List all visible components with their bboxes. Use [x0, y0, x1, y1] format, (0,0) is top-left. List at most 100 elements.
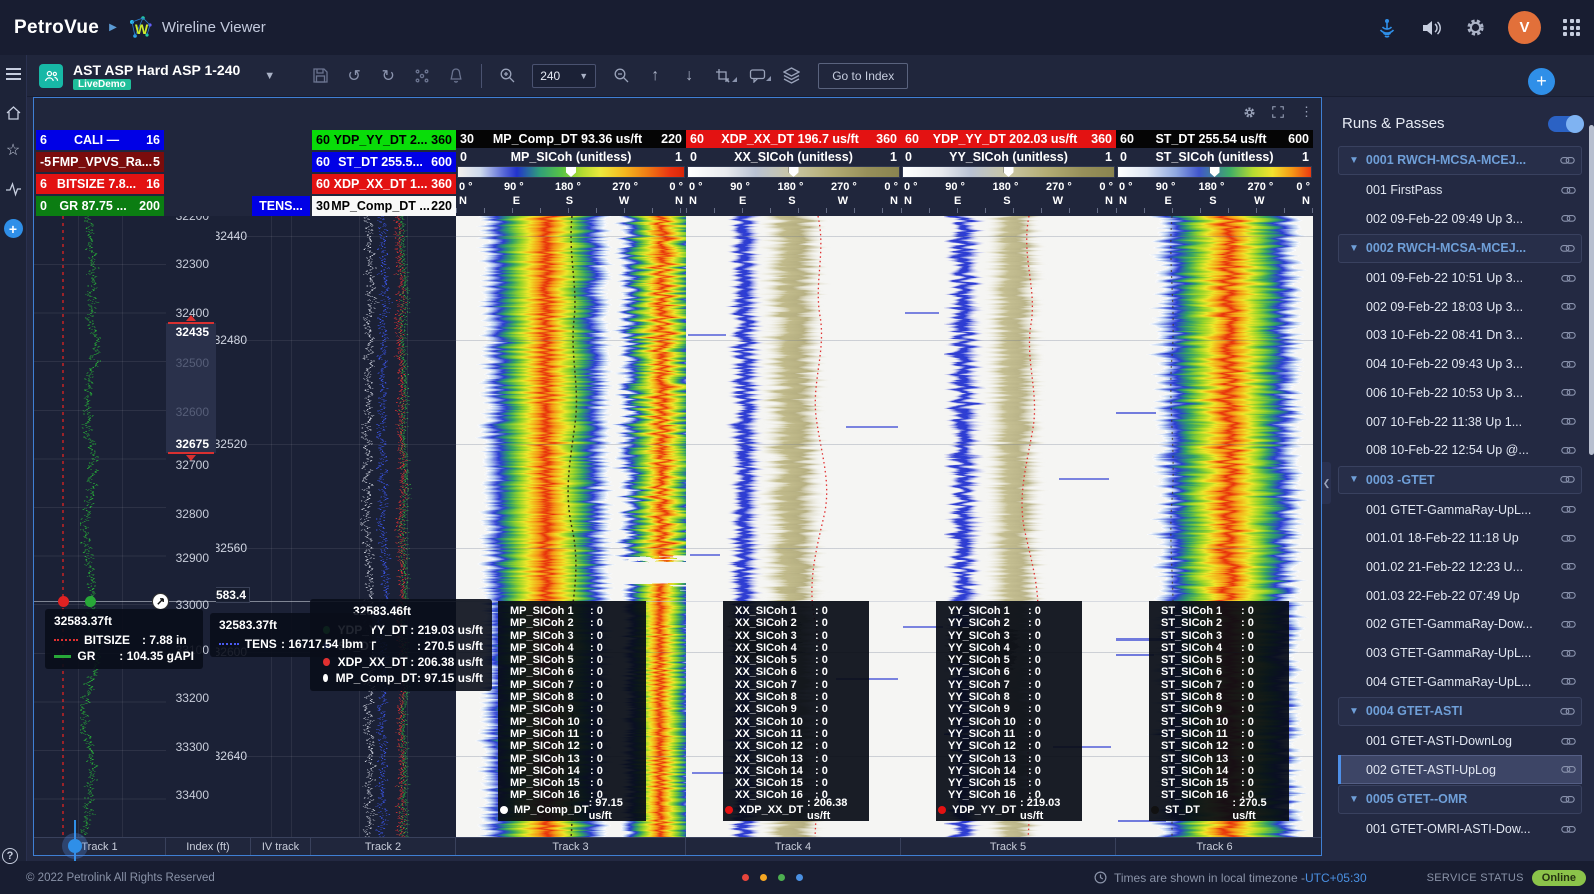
link-icon[interactable]	[1561, 561, 1576, 572]
go-to-index-button[interactable]: Go to Index	[818, 63, 908, 89]
settings-gear-icon[interactable]	[1465, 17, 1486, 38]
autofit-icon[interactable]	[405, 68, 439, 84]
run-pass-item[interactable]: ▼ 001.03 22-Feb-22 07:49 Up	[1338, 581, 1582, 610]
help-icon[interactable]: ?	[2, 848, 18, 864]
index-overview-column[interactable]: 3220032300324003243532500326003267532700…	[166, 216, 216, 838]
run-pass-item[interactable]: ▼ 001 GTET-ASTI-DownLog	[1338, 727, 1582, 756]
link-icon[interactable]	[1560, 706, 1575, 717]
link-icon[interactable]	[1561, 213, 1576, 224]
panel-fullscreen-icon[interactable]	[1272, 106, 1284, 118]
depth-scale-select[interactable]: 240 ▼	[532, 64, 596, 88]
depth-scroll-handle[interactable]	[74, 820, 76, 861]
zoom-in-icon[interactable]	[490, 67, 524, 84]
run-pass-item[interactable]: ▼ 001 FirstPass	[1338, 176, 1582, 205]
track2-plot[interactable]	[311, 216, 456, 838]
chevron-down-icon[interactable]: ▼	[1349, 243, 1359, 254]
colorbar[interactable]	[687, 166, 900, 178]
link-icon[interactable]	[1561, 619, 1576, 630]
run-pass-item[interactable]: ▼ 002 09-Feb-22 18:03 Up 3...	[1338, 292, 1582, 321]
run-pass-item[interactable]: ▼ 0004 GTET-ASTI	[1338, 697, 1582, 726]
run-pass-item[interactable]: ▼ 007 10-Feb-22 11:38 Up 1...	[1338, 407, 1582, 436]
run-pass-item[interactable]: ▼ 004 10-Feb-22 09:43 Up 3...	[1338, 350, 1582, 379]
run-pass-item[interactable]: ▼ 001 GTET-GammaRay-UpL...	[1338, 495, 1582, 524]
activity-pulse-icon[interactable]	[5, 181, 22, 197]
run-pass-item[interactable]: ▼ 001.02 21-Feb-22 12:23 U...	[1338, 553, 1582, 582]
link-icon[interactable]	[1561, 445, 1576, 456]
live-signal-icon[interactable]	[1375, 16, 1399, 40]
dt-scale-bar[interactable]: 30 MP_Comp_DT 93.36 us/ft 220	[456, 130, 686, 148]
curve-chip[interactable]: 6 BITSIZE 7.8... 16	[36, 174, 164, 194]
coherence-scale-bar[interactable]: 0 XX_SICoh (unitless) 1	[686, 148, 901, 165]
menu-hamburger-icon[interactable]	[6, 65, 21, 83]
colorbar-marker[interactable]	[1210, 167, 1220, 177]
track1-plot[interactable]	[34, 216, 166, 838]
comment-tool-icon[interactable]	[740, 68, 774, 83]
run-pass-item[interactable]: ▼ 001 09-Feb-22 10:51 Up 3...	[1338, 264, 1582, 293]
curve-chip[interactable]: 30 MP_Comp_DT ... 220	[312, 196, 456, 216]
run-pass-item[interactable]: ▼ 003 10-Feb-22 08:41 Dn 3...	[1338, 321, 1582, 350]
run-pass-item[interactable]: ▼ 002 09-Feb-22 09:49 Up 3...	[1338, 204, 1582, 233]
link-icon[interactable]	[1561, 301, 1576, 312]
run-pass-item[interactable]: ▼ 002 GTET-ASTI-UpLog	[1338, 755, 1582, 784]
home-icon[interactable]	[5, 105, 22, 121]
track3-waterfall[interactable]: MP_SICoh 1: 0MP_SICoh 2: 0MP_SICoh 3: 0M…	[456, 216, 686, 838]
document-meta[interactable]: AST ASP Hard ASP 1-240 LiveDemo	[73, 62, 240, 90]
curve-chip[interactable]: 60 XDP_XX_DT 1... 360	[312, 174, 456, 194]
tens-curve-chip[interactable]: TENS...	[252, 196, 310, 216]
sound-icon[interactable]	[1421, 18, 1443, 38]
sidebar-collapse-handle[interactable]: ❮	[1322, 462, 1331, 504]
index-detail-column[interactable]: 324403248032520325603260032640 32583.4	[216, 216, 251, 838]
link-icon[interactable]	[1561, 504, 1576, 515]
sidebar-scrollbar[interactable]	[1589, 125, 1594, 455]
tracks-content-area[interactable]: 3220032300324003243532500326003267532700…	[34, 216, 1313, 838]
run-pass-item[interactable]: ▼ 0002 RWCH-MCSA-MCEJ...	[1338, 234, 1582, 263]
zoom-out-icon[interactable]	[604, 67, 638, 84]
link-icon[interactable]	[1561, 416, 1576, 427]
run-pass-item[interactable]: ▼ 004 GTET-GammaRay-UpL...	[1338, 667, 1582, 696]
run-pass-item[interactable]: ▼ 0005 GTET--OMR	[1338, 785, 1582, 814]
link-icon[interactable]	[1561, 387, 1576, 398]
link-icon[interactable]	[1560, 474, 1575, 485]
iv-track-plot[interactable]	[251, 216, 311, 838]
run-pass-item[interactable]: ▼ 0001 RWCH-MCSA-MCEJ...	[1338, 146, 1582, 175]
scroll-up-icon[interactable]: ↑	[638, 67, 672, 85]
colorbar-marker[interactable]	[566, 167, 576, 177]
curve-chip[interactable]: -5 FMP_VPVS_Ra... 5	[36, 152, 164, 172]
redo-icon[interactable]: ↻	[371, 66, 405, 86]
selection-tool-icon[interactable]	[706, 68, 740, 84]
layers-icon[interactable]	[774, 67, 808, 84]
timezone-value[interactable]: UTC+05:30	[1305, 871, 1367, 885]
curve-chip[interactable]: 60 YDP_YY_DT 2... 360	[312, 130, 456, 150]
undo-icon[interactable]: ↺	[337, 66, 371, 86]
depth-pin-icon[interactable]	[152, 593, 169, 610]
track6-waterfall[interactable]: ST_SICoh 1: 0ST_SICoh 2: 0ST_SICoh 3: 0S…	[1116, 216, 1313, 838]
track5-waterfall[interactable]: YY_SICoh 1: 0YY_SICoh 2: 0YY_SICoh 3: 0Y…	[901, 216, 1116, 838]
curve-chip[interactable]: 6 CALI — 16	[36, 130, 164, 150]
chevron-down-icon[interactable]: ▼	[1349, 474, 1359, 485]
link-icon[interactable]	[1560, 155, 1575, 166]
link-icon[interactable]	[1561, 359, 1576, 370]
link-icon[interactable]	[1561, 185, 1576, 196]
zoom-window-highlight[interactable]	[166, 323, 216, 453]
run-pass-item[interactable]: ▼ 002 GTET-GammaRay-Dow...	[1338, 610, 1582, 639]
run-pass-item[interactable]: ▼ 001 GTET-OMRI-ASTI-Dow...	[1338, 815, 1582, 844]
colorbar-marker[interactable]	[1004, 167, 1014, 177]
chevron-down-icon[interactable]: ▼	[1349, 155, 1359, 166]
coherence-scale-bar[interactable]: 0 MP_SICoh (unitless) 1	[456, 148, 686, 165]
dt-scale-bar[interactable]: 60 YDP_YY_DT 202.03 us/ft 360	[901, 130, 1116, 148]
run-pass-item[interactable]: ▼ 006 10-Feb-22 10:53 Up 3...	[1338, 379, 1582, 408]
run-pass-item[interactable]: ▼ 0003 -GTET	[1338, 466, 1582, 495]
dt-scale-bar[interactable]: 60 XDP_XX_DT 196.7 us/ft 360	[686, 130, 901, 148]
runs-passes-toggle[interactable]	[1548, 116, 1584, 132]
link-icon[interactable]	[1561, 330, 1576, 341]
favorites-star-icon[interactable]: ☆	[6, 143, 20, 159]
panel-settings-gear-icon[interactable]	[1243, 106, 1256, 119]
link-icon[interactable]	[1560, 794, 1575, 805]
curve-chip[interactable]: 60 ST_DT 255.5... 600	[312, 152, 456, 172]
link-icon[interactable]	[1560, 243, 1575, 254]
track4-waterfall[interactable]: XX_SICoh 1: 0XX_SICoh 2: 0XX_SICoh 3: 0X…	[686, 216, 901, 838]
colorbar-marker[interactable]	[789, 167, 799, 177]
apps-grid-icon[interactable]	[1563, 19, 1580, 36]
coherence-scale-bar[interactable]: 0 YY_SICoh (unitless) 1	[901, 148, 1116, 165]
chevron-down-icon[interactable]: ▼	[1349, 794, 1359, 805]
